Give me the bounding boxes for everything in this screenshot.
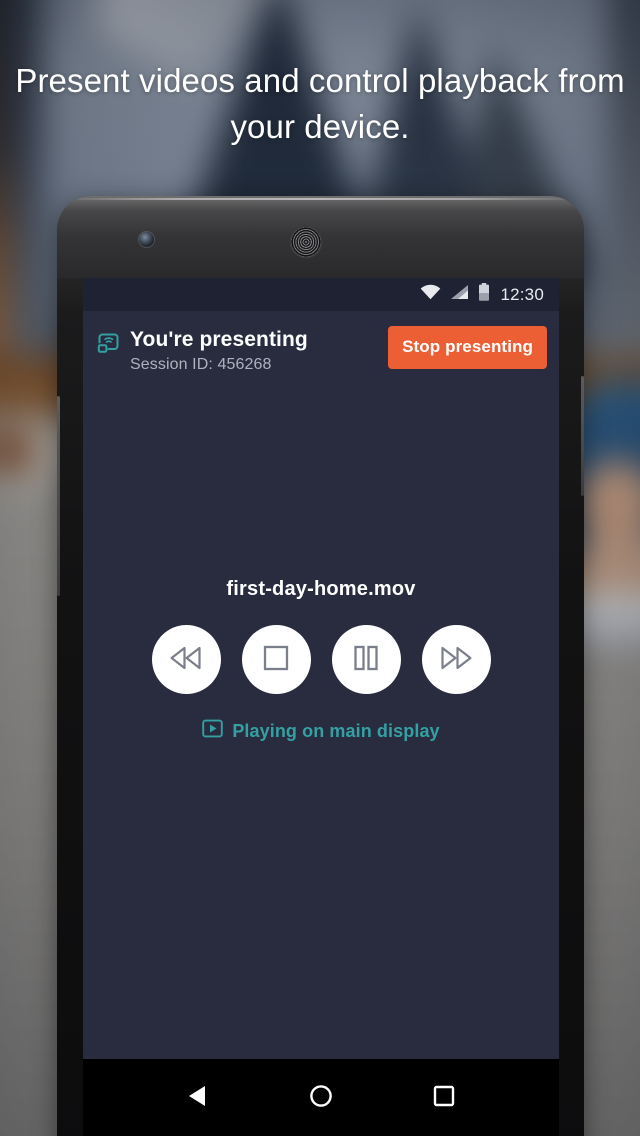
stop-presenting-button[interactable]: Stop presenting bbox=[388, 326, 547, 369]
presenting-info: You're presenting Session ID: 456268 bbox=[96, 326, 308, 376]
page-title: Present videos and control playback from… bbox=[15, 62, 625, 145]
pause-icon bbox=[354, 645, 378, 674]
android-nav-bar bbox=[83, 1059, 559, 1136]
recents-square-icon bbox=[433, 1085, 455, 1110]
phone-top-bezel bbox=[57, 196, 584, 278]
now-playing-label: Playing on main display bbox=[232, 720, 440, 741]
rewind-button[interactable] bbox=[151, 625, 221, 694]
fast-forward-icon bbox=[439, 645, 473, 674]
home-circle-icon bbox=[309, 1084, 333, 1111]
phone-device: 12:30 You're presenting Session ID: 4562… bbox=[57, 196, 584, 1136]
rewind-icon bbox=[169, 645, 203, 674]
battery-icon bbox=[478, 283, 490, 306]
file-name-label: first-day-home.mov bbox=[226, 578, 416, 600]
session-id-label: Session ID: 456268 bbox=[130, 356, 272, 373]
status-bar-clock: 12:30 bbox=[500, 284, 544, 304]
play-in-box-icon bbox=[202, 719, 224, 743]
wifi-icon bbox=[420, 284, 441, 305]
nav-back-button[interactable] bbox=[181, 1078, 215, 1117]
status-bar: 12:30 bbox=[83, 278, 559, 311]
presenting-title: You're presenting bbox=[130, 328, 308, 351]
stop-square-icon bbox=[263, 645, 289, 674]
pause-button[interactable] bbox=[331, 625, 401, 694]
earpiece-speaker-icon bbox=[291, 227, 321, 257]
playback-controls bbox=[83, 625, 559, 694]
front-camera-icon bbox=[139, 232, 154, 247]
phone-side-button-left bbox=[57, 396, 60, 596]
screen-cast-icon bbox=[96, 328, 121, 361]
nav-recents-button[interactable] bbox=[427, 1079, 461, 1116]
fast-forward-button[interactable] bbox=[421, 625, 491, 694]
phone-screen: 12:30 You're presenting Session ID: 4562… bbox=[83, 278, 559, 1059]
phone-side-button-right bbox=[581, 376, 584, 496]
stop-button[interactable] bbox=[241, 625, 311, 694]
player-section: first-day-home.mov Playing on main displ… bbox=[83, 578, 559, 743]
cellular-signal-icon bbox=[450, 284, 469, 305]
presenting-header: You're presenting Session ID: 456268 Sto… bbox=[83, 311, 559, 376]
nav-home-button[interactable] bbox=[303, 1078, 339, 1117]
now-playing-status: Playing on main display bbox=[83, 719, 559, 743]
back-triangle-icon bbox=[187, 1084, 209, 1111]
